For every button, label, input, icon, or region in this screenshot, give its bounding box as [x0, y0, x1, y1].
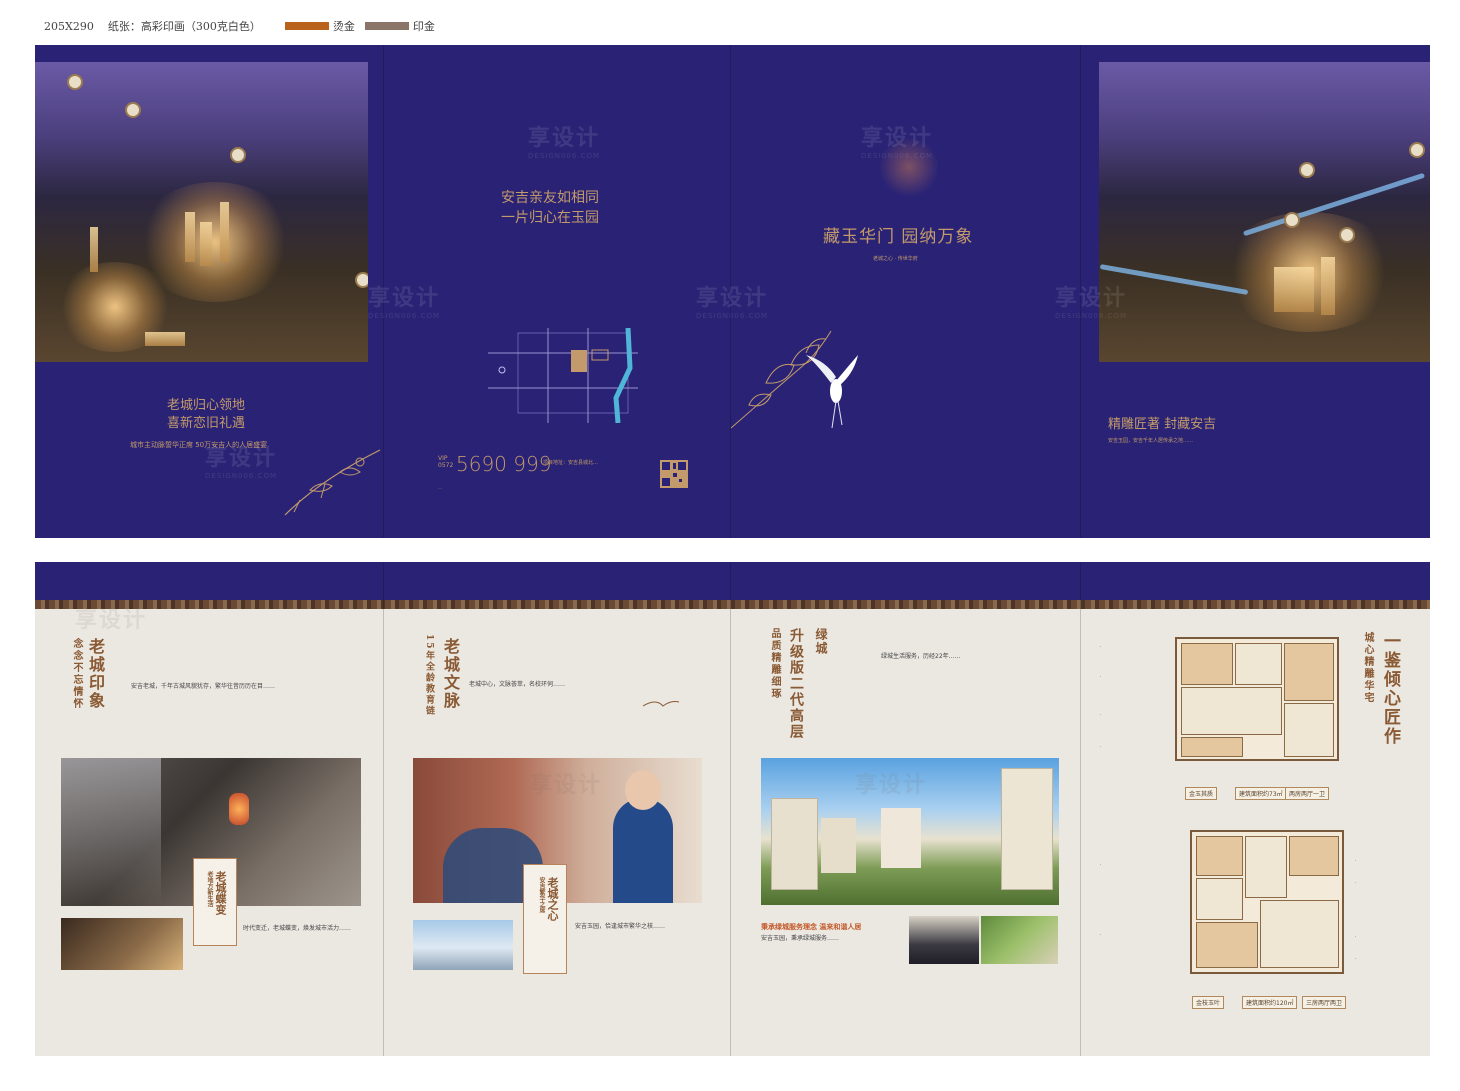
- plan-b-name: 金枝玉叶: [1192, 996, 1225, 1009]
- print-spec-header: 205X290 纸张：高彩印画（300克白色） 烫金 印金: [44, 18, 435, 34]
- inside-subtitle: 15年全龄教育链: [424, 634, 434, 717]
- paper-spec: 纸张：高彩印画（300克白色）: [107, 20, 261, 33]
- inside-title-2: 升级版二代高层: [788, 628, 804, 740]
- plan-note: ·: [1100, 745, 1102, 750]
- plan-note: ·: [1100, 713, 1102, 718]
- plan-note: ·: [1355, 935, 1357, 940]
- old-city-transformation-card: 老城蝶变 老地方新生活: [193, 858, 237, 946]
- size-spec: 205X290: [44, 19, 94, 33]
- hot-gold-swatch: [284, 22, 329, 30]
- legal-disclaimer: …: [438, 485, 442, 490]
- qr-code-icon[interactable]: [660, 460, 688, 488]
- service-body: 安吉玉园，秉承绿城服务……: [761, 935, 840, 942]
- bird-branch-ornament: [284, 449, 381, 516]
- garden-service-photo: [981, 916, 1058, 964]
- outside-panel-3: 享设计 DESIGN006.COM 享设计 DESIGN006.COM 藏玉华门 园…: [696, 45, 1078, 538]
- outside-subtitle: 老城之心 · 传世华府: [873, 256, 918, 262]
- brochure-inside-sheet: 老城印象 念念不忘情怀 安吉老城，千年古城风貌犹存，繁华往昔历历在目…… 老城蝶…: [35, 562, 1430, 1056]
- watermark: 享设计 DESIGN006.COM: [1055, 286, 1128, 320]
- watermark: 享设计: [855, 773, 928, 798]
- hot-gold-label: 烫金: [332, 20, 355, 33]
- school-building-photo: [413, 920, 513, 970]
- plan-note: ·: [1100, 675, 1102, 680]
- inside-title-3: 品质精雕细琢: [769, 628, 780, 700]
- inside-subtitle: 念念不忘情怀: [71, 638, 82, 710]
- inside-title: 老城印象: [86, 638, 105, 710]
- project-address: 项目地址：安吉县城北…: [543, 460, 599, 466]
- watermark: 享设计: [75, 608, 148, 633]
- outside-headline: 老城归心领地 喜新恋旧礼遇: [167, 398, 246, 431]
- floor-plan-a[interactable]: [1175, 637, 1339, 761]
- plan-note: ·: [1100, 933, 1102, 938]
- inside-title: 一鉴倾心匠作: [1380, 632, 1400, 746]
- plan-a-area: 建筑面积约73㎡: [1235, 787, 1287, 800]
- plan-note: ·: [1355, 957, 1357, 962]
- flying-crane-ornament: [642, 701, 680, 707]
- floor-plan-b[interactable]: [1190, 830, 1344, 974]
- outside-body: 安吉玉园，安吉千年人居传承之地……: [1108, 438, 1194, 444]
- inside-panel-3: 绿城 升级版二代高层 品质精雕细琢 绿城生活服务，历经22年…… 秉承绿城服务理…: [731, 562, 1078, 1056]
- outside-title: 藏玉华门 园纳万象: [823, 227, 974, 247]
- starbucks-cafe-photo: [61, 918, 183, 970]
- inside-subtitle: 城心精雕华宅: [1362, 632, 1373, 704]
- service-title: 秉承绿城服务理念 温来和谐人居: [761, 923, 862, 931]
- inside-panel-4: 一鉴倾心匠作 城心精雕华宅 · · · · 金玉其质 建筑面积约73㎡ 两房两厅…: [1080, 562, 1427, 1056]
- inside-body: 老城中心，文脉荟萃，名校环伺……: [469, 681, 566, 688]
- inside-title-1: 绿城: [814, 628, 828, 656]
- inside-bottom-body: 时代变迁，老城蝶变，焕发城市活力……: [243, 925, 352, 932]
- watermark: 享设计: [530, 773, 603, 798]
- print-gold-swatch: [364, 22, 409, 30]
- outside-slogan: 安吉亲友如相同 一片归心在玉园: [501, 190, 599, 226]
- plan-note: ·: [1355, 859, 1357, 864]
- outside-panel-2: 享设计 DESIGN006.COM 享设计 DESIGN006.COM 安吉亲友如相…: [368, 45, 730, 538]
- plan-a-type: 两房两厅一卫: [1285, 787, 1330, 800]
- inside-body: 安吉老城，千年古城风貌犹存，繁华往昔历历在目……: [131, 683, 276, 690]
- outside-panel-4: 享设计 DESIGN006.COM 精雕匠著 封藏安吉 安吉玉园，安吉千年人居传承…: [1055, 45, 1430, 538]
- city-night-aerial-photo: [35, 62, 368, 362]
- hotline-number[interactable]: 5690 999: [456, 452, 551, 476]
- service-staff-photo: [909, 916, 979, 964]
- plan-note: ·: [1100, 863, 1102, 868]
- brochure-outside-sheet: 老城归心领地 喜新恋旧礼遇 城市主动脉誓华正席 50万安吉人的人居盛宴 享设计 D…: [35, 45, 1430, 538]
- watermark: 享设计 DESIGN006.COM: [528, 126, 601, 160]
- inside-title: 老城文脉: [441, 638, 460, 710]
- vip-label: VIP 0572: [438, 455, 454, 469]
- inside-panel-2: 老城文脉 15年全龄教育链 老城中心，文脉荟萃，名校环伺…… 老城之心 安吉繁华…: [383, 562, 730, 1056]
- watermark: 享设计 DESIGN006.COM: [205, 446, 278, 480]
- plan-b-area: 建筑面积约120㎡: [1242, 996, 1298, 1009]
- outside-title: 精雕匠著 封藏安吉: [1108, 417, 1217, 432]
- inside-panel-1: 老城印象 念念不忘情怀 安吉老城，千年古城风貌犹存，繁华往昔历历在目…… 老城蝶…: [35, 562, 382, 1056]
- location-map: [488, 328, 638, 423]
- inside-bottom-body: 安吉玉园，恰逢城市繁华之核……: [575, 923, 666, 930]
- print-gold-label: 印金: [412, 20, 435, 33]
- watermark: 享设计 DESIGN006.COM: [696, 286, 769, 320]
- plan-note: ·: [1355, 881, 1357, 886]
- old-city-heart-card: 老城之心 安吉繁华之席: [523, 864, 567, 974]
- plan-note: ·: [1100, 645, 1102, 650]
- inside-body: 绿城生活服务，历经22年……: [881, 653, 961, 660]
- plan-b-type: 三房两厅两卫: [1302, 996, 1347, 1009]
- white-crane-illustration: [806, 355, 858, 429]
- watermark: 享设计 DESIGN006.COM: [368, 286, 441, 320]
- watermark: 享设计 DESIGN006.COM: [861, 126, 934, 160]
- city-night-aerial-photo: [1099, 62, 1430, 362]
- outside-panel-1: 老城归心领地 喜新恋旧礼遇 城市主动脉誓华正席 50万安吉人的人居盛宴 享设计 D…: [35, 45, 382, 538]
- plan-a-name: 金玉其质: [1185, 787, 1218, 800]
